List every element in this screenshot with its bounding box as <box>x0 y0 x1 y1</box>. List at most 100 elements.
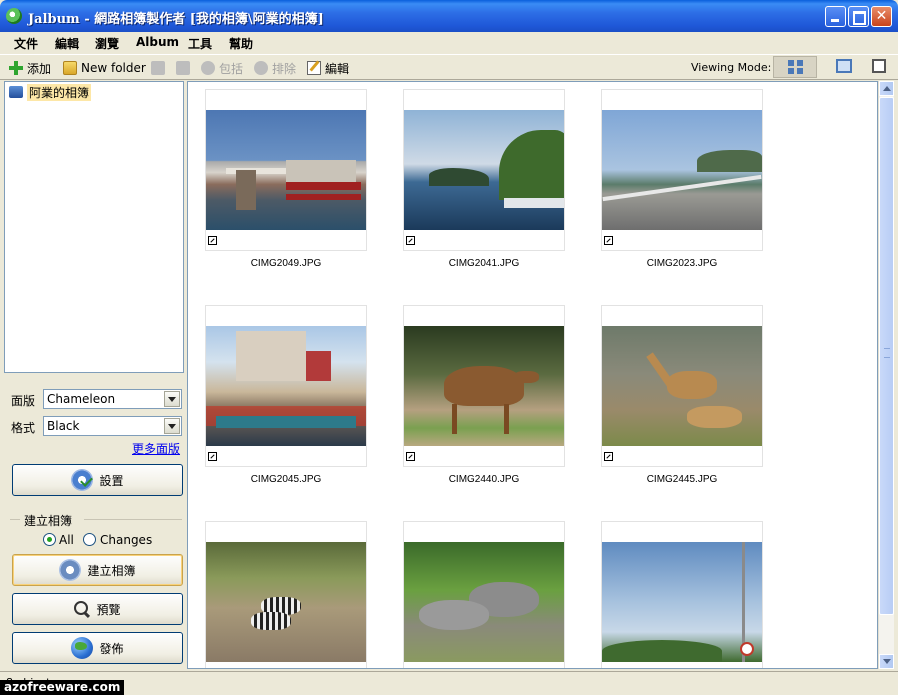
title-bar[interactable]: Jalbum - 網路相簿製作者 [我的相簿\阿業的相簿] ✕ <box>0 0 898 32</box>
photo-rhino <box>404 542 564 662</box>
menu-album[interactable]: Album <box>136 35 179 49</box>
skin-select[interactable]: Chameleon <box>43 389 182 409</box>
tree-node-root[interactable]: 阿業的相簿 <box>9 83 92 101</box>
maximize-icon <box>849 7 868 26</box>
edit-icon <box>307 61 321 75</box>
left-panel: 阿業的相簿 面版 Chameleon 格式 Black 更多面版 設置 建立相簿… <box>4 81 185 671</box>
app-window: Jalbum - 網路相簿製作者 [我的相簿\阿業的相簿] ✕ 文件 編輯 瀏覽… <box>0 0 898 695</box>
menu-file[interactable]: 文件 <box>14 35 38 52</box>
thumbnail-item[interactable] <box>205 521 367 668</box>
grid-view-icon <box>788 60 804 74</box>
include-label: 包括 <box>219 61 244 76</box>
shortcut-icon <box>604 452 613 461</box>
chevron-down-icon[interactable] <box>164 391 180 407</box>
thumbnail-caption: CIMG2041.JPG <box>448 258 520 269</box>
chevron-down-icon[interactable] <box>164 418 180 434</box>
settings-button[interactable]: 設置 <box>12 464 183 496</box>
thumbnail-caption: CIMG2440.JPG <box>448 474 520 485</box>
thumbnail-caption: CIMG2023.JPG <box>646 258 718 269</box>
exclude-icon <box>254 61 268 75</box>
publish-button[interactable]: 發佈 <box>12 632 183 664</box>
preview-button[interactable]: 預覽 <box>12 593 183 625</box>
shortcut-icon <box>604 236 613 245</box>
minimize-button[interactable] <box>825 6 846 27</box>
style-value: Black <box>47 419 80 433</box>
group-divider <box>10 519 20 520</box>
radio-all[interactable] <box>43 533 56 546</box>
jalbum-logo-icon <box>6 8 22 24</box>
window-title: Jalbum - 網路相簿製作者 [我的相簿\阿業的相簿] <box>28 12 324 27</box>
maximize-button[interactable] <box>848 6 869 27</box>
thumbnail-caption: CIMG2445.JPG <box>646 474 718 485</box>
thumbnail-item[interactable] <box>403 521 565 669</box>
scroll-down-icon[interactable] <box>879 654 894 669</box>
minimize-icon <box>826 7 845 26</box>
toolbar: 添加 New folder 包括 排除 編輯 Viewing Mode: <box>0 54 898 80</box>
photo-camel <box>404 326 564 446</box>
more-skins-link[interactable]: 更多面版 <box>132 440 180 457</box>
edit-button[interactable]: 編輯 <box>307 60 349 76</box>
plus-icon <box>9 61 23 75</box>
thumbnail-item[interactable] <box>403 305 565 467</box>
style-label: 格式 <box>11 421 36 435</box>
include-icon <box>201 61 215 75</box>
make-album-gear-icon <box>59 559 82 581</box>
menu-tools[interactable]: 工具 <box>188 35 212 52</box>
radio-changes[interactable] <box>83 533 96 546</box>
menu-help[interactable]: 幫助 <box>229 35 253 52</box>
arrow-left-icon <box>151 61 165 75</box>
menu-view[interactable]: 瀏覽 <box>95 35 119 52</box>
make-album-button[interactable]: 建立相簿 <box>12 554 183 586</box>
vertical-scrollbar[interactable] <box>878 81 894 669</box>
thumbnail-caption: CIMG2045.JPG <box>250 474 322 485</box>
exclude-button[interactable]: 排除 <box>254 60 296 76</box>
scroll-up-icon[interactable] <box>879 81 894 96</box>
exclude-label: 排除 <box>272 61 297 76</box>
shortcut-icon <box>406 452 415 461</box>
style-select[interactable]: Black <box>43 416 182 436</box>
radio-changes-label: Changes <box>100 533 153 547</box>
menu-edit[interactable]: 編輯 <box>55 35 79 52</box>
skin-label: 面版 <box>11 394 36 408</box>
slideshow-view-button[interactable] <box>864 56 894 78</box>
thumbnail-item[interactable] <box>403 89 565 251</box>
thumbnail-item[interactable] <box>601 305 763 467</box>
tree-node-label: 阿業的相簿 <box>27 83 92 101</box>
single-view-button[interactable] <box>822 56 866 78</box>
single-image-view-icon <box>836 59 852 73</box>
include-button[interactable]: 包括 <box>201 60 243 76</box>
shortcut-icon <box>406 668 415 669</box>
magnifier-icon <box>74 601 90 617</box>
close-icon: ✕ <box>875 8 888 24</box>
scroll-thumb[interactable] <box>879 97 894 615</box>
photo-sky-rainbow <box>602 542 762 662</box>
thumbnail-grid[interactable]: CIMG2049.JPG CIMG2041.JPG CIMG2023.JPG C… <box>187 81 878 669</box>
add-label: 添加 <box>27 61 52 76</box>
photo-bridge <box>206 110 366 230</box>
thumbnail-item[interactable] <box>601 89 763 251</box>
watermark: azofreeware.com <box>0 680 125 695</box>
photo-giraffe <box>602 326 762 446</box>
make-album-group-title: 建立相簿 <box>24 514 73 528</box>
forward-button[interactable] <box>176 60 194 76</box>
back-button[interactable] <box>151 60 169 76</box>
thumbnail-item[interactable] <box>205 305 367 467</box>
make-album-button-label: 建立相簿 <box>87 563 136 578</box>
globe-icon <box>71 637 94 659</box>
photo-coast <box>404 110 564 230</box>
settings-button-label: 設置 <box>99 473 124 488</box>
radio-all-label: All <box>59 533 74 547</box>
thumbnail-item[interactable] <box>205 89 367 251</box>
shortcut-icon <box>208 452 217 461</box>
folder-icon <box>63 61 77 75</box>
thumbnail-item[interactable] <box>601 521 763 668</box>
settings-gear-icon <box>71 469 94 491</box>
album-tree[interactable]: 阿業的相簿 <box>4 81 184 373</box>
add-button[interactable]: 添加 <box>9 60 51 76</box>
close-button[interactable]: ✕ <box>871 6 892 27</box>
new-folder-button[interactable]: New folder <box>63 60 146 76</box>
thumbnail-view-button[interactable] <box>773 56 817 78</box>
photo-zebra <box>206 542 366 662</box>
status-bar: 8 objects <box>0 671 898 695</box>
shortcut-icon <box>406 236 415 245</box>
